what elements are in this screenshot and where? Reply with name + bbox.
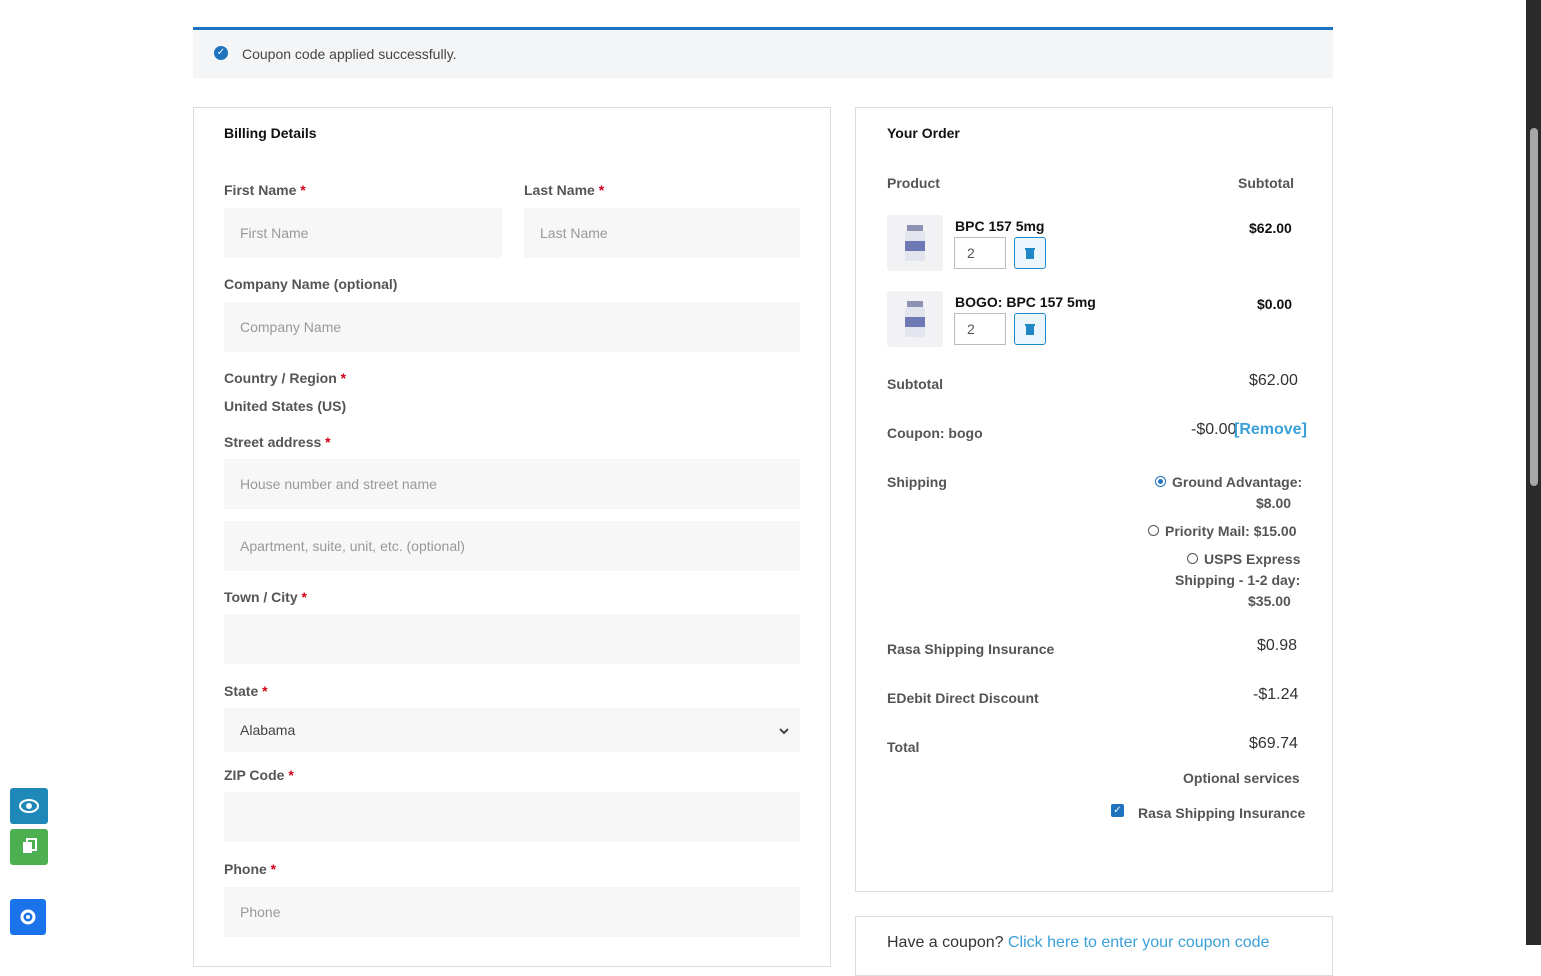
company-input[interactable]: Company Name	[224, 302, 800, 352]
first-name-input[interactable]: First Name	[224, 208, 502, 258]
col-subtotal: Subtotal	[1238, 175, 1294, 191]
priority-option: Priority Mail: $15.00	[1165, 523, 1297, 539]
quantity-input[interactable]: 2	[954, 313, 1006, 345]
insurance-value: $0.98	[1257, 637, 1298, 654]
col-product: Product	[887, 175, 940, 191]
billing-title: Billing Details	[224, 125, 317, 141]
shipping-usps-radio[interactable]	[1187, 553, 1198, 564]
state-label: State *	[224, 683, 268, 699]
first-name-label: First Name *	[224, 182, 306, 198]
quantity-input[interactable]: 2	[954, 237, 1006, 269]
coupon-prompt-text: Have a coupon?	[887, 934, 1004, 951]
ground-option-price: $8.00	[1256, 495, 1292, 511]
coupon-prompt: Have a coupon? Click here to enter your …	[887, 934, 1269, 952]
ground-option-name: Ground Advantage:	[1172, 474, 1303, 490]
apartment-input[interactable]: Apartment, suite, unit, etc. (optional)	[224, 521, 800, 571]
last-name-input[interactable]: Last Name	[524, 208, 800, 258]
scrollbar-thumb[interactable]	[1530, 128, 1538, 486]
remove-coupon-link[interactable]: [Remove]	[1234, 421, 1307, 439]
trash-icon	[1015, 324, 1045, 348]
last-name-label: Last Name *	[524, 182, 605, 198]
coupon-success-notice: ✓ Coupon code applied successfully.	[193, 27, 1333, 78]
settings-button[interactable]	[10, 899, 46, 935]
optional-services-label: Optional services	[1183, 770, 1300, 786]
usps-option-line1: USPS Express	[1204, 551, 1301, 567]
street-address-input[interactable]: House number and street name	[224, 459, 800, 509]
remove-item-button[interactable]	[1014, 313, 1046, 345]
chevron-down-icon	[778, 708, 790, 752]
shipping-priority-radio[interactable]	[1148, 525, 1159, 536]
remove-item-button[interactable]	[1014, 237, 1046, 269]
order-title: Your Order	[887, 125, 960, 141]
insurance-label: Rasa Shipping Insurance	[887, 641, 1055, 657]
discount-label: EDebit Direct Discount	[887, 690, 1039, 706]
eye-icon	[10, 799, 48, 828]
usps-option-price: $35.00	[1248, 593, 1291, 609]
coupon-label: Coupon: bogo	[887, 425, 983, 441]
phone-input[interactable]: Phone	[224, 887, 800, 937]
zip-input[interactable]	[224, 792, 800, 842]
shipping-label: Shipping	[887, 474, 947, 490]
optional-insurance-label: Rasa Shipping Insurance	[1138, 805, 1306, 821]
item-name: BOGO: BPC 157 5mg	[955, 294, 1096, 310]
shipping-ground-radio[interactable]	[1155, 476, 1166, 487]
usps-option-line2: Shipping - 1-2 day:	[1175, 572, 1301, 588]
street-label: Street address *	[224, 434, 331, 450]
product-thumbnail	[887, 291, 943, 347]
insurance-checkbox[interactable]: ✓	[1111, 804, 1124, 817]
country-value: United States (US)	[224, 398, 347, 414]
check-circle-icon: ✓	[214, 46, 228, 60]
enter-coupon-link[interactable]: Click here to enter your coupon code	[1008, 934, 1269, 951]
copy-icon	[10, 838, 48, 869]
phone-label: Phone *	[224, 861, 277, 877]
coupon-value: -$0.00	[1191, 421, 1237, 438]
gear-icon	[10, 909, 46, 939]
total-value: $69.74	[1249, 735, 1298, 752]
subtotal-value: $62.00	[1249, 372, 1298, 389]
item-name: BPC 157 5mg	[955, 218, 1045, 234]
item-price: $62.00	[1249, 220, 1292, 236]
view-button[interactable]	[10, 788, 48, 824]
product-thumbnail	[887, 215, 943, 271]
zip-label: ZIP Code *	[224, 767, 294, 783]
notice-message: Coupon code applied successfully.	[242, 46, 457, 62]
trash-icon	[1015, 248, 1045, 272]
discount-value: -$1.24	[1253, 686, 1299, 703]
country-label: Country / Region *	[224, 370, 347, 386]
state-selected-value: Alabama	[240, 722, 296, 738]
city-label: Town / City *	[224, 589, 307, 605]
state-select[interactable]: Alabama	[224, 708, 800, 752]
item-price: $0.00	[1257, 296, 1293, 312]
city-input[interactable]	[224, 614, 800, 664]
company-label: Company Name (optional)	[224, 276, 398, 292]
subtotal-label: Subtotal	[887, 376, 943, 392]
total-label: Total	[887, 739, 920, 755]
copy-button[interactable]	[10, 829, 48, 865]
